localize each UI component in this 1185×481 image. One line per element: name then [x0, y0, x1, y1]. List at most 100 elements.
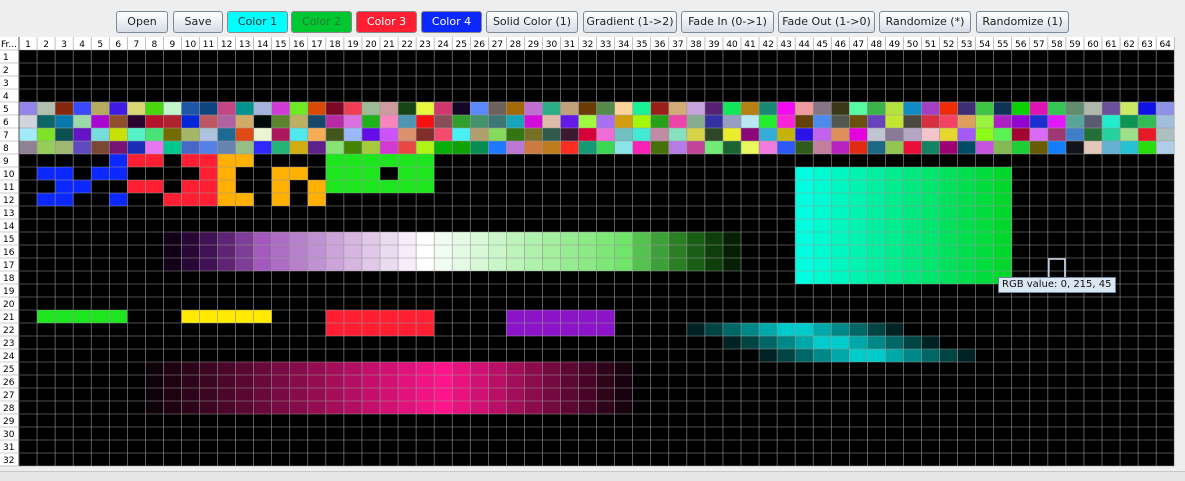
led-pixel: [199, 245, 218, 258]
led-pixel: [975, 102, 994, 115]
led-pixel: [578, 245, 597, 258]
led-pixel: [325, 310, 344, 323]
led-pixel: [957, 206, 976, 219]
randomize-one-button[interactable]: Randomize (1): [976, 11, 1069, 33]
led-pixel: [217, 141, 236, 154]
led-pixel: [506, 141, 525, 154]
led-pixel: [488, 401, 507, 414]
color-4-button[interactable]: Color 4: [421, 11, 482, 33]
led-pixel: [434, 115, 453, 128]
led-pixel: [325, 362, 344, 375]
led-pixel: [614, 245, 633, 258]
fade-in-button[interactable]: Fade In (0->1): [681, 11, 774, 33]
column-header: 28: [510, 40, 522, 50]
led-pixel: [560, 362, 579, 375]
led-pixel: [235, 245, 254, 258]
led-pixel: [1065, 102, 1084, 115]
led-pixel: [831, 167, 850, 180]
led-pixel: [416, 102, 435, 115]
led-pixel: [903, 141, 922, 154]
led-pixel: [885, 336, 904, 349]
row-header: 28: [3, 404, 15, 414]
led-pixel: [614, 232, 633, 245]
led-pixel: [632, 258, 651, 271]
column-header: 21: [383, 40, 394, 50]
led-pixel: [831, 219, 850, 232]
row-header: 23: [3, 339, 14, 349]
led-pixel: [343, 362, 362, 375]
open-button[interactable]: Open: [116, 11, 168, 33]
column-header: 13: [239, 40, 250, 50]
led-pixel: [542, 141, 561, 154]
column-header: 16: [293, 40, 305, 50]
randomize-all-button[interactable]: Randomize (*): [879, 11, 971, 33]
led-pixel: [560, 102, 579, 115]
led-pixel: [398, 401, 417, 414]
led-pixel: [993, 232, 1012, 245]
led-pixel: [777, 115, 796, 128]
solid-color-button[interactable]: Solid Color (1): [486, 11, 578, 33]
led-pixel: [253, 128, 272, 141]
row-header: 10: [3, 170, 15, 180]
led-pixel: [434, 375, 453, 388]
led-pixel: [578, 115, 597, 128]
color-3-button[interactable]: Color 3: [356, 11, 417, 33]
led-pixel: [343, 141, 362, 154]
led-pixel: [831, 336, 850, 349]
column-header: 57: [1033, 40, 1044, 50]
led-pixel: [849, 258, 868, 271]
led-pixel: [1011, 115, 1030, 128]
led-pixel: [578, 128, 597, 141]
led-pixel: [506, 245, 525, 258]
led-pixel: [596, 102, 615, 115]
led-pixel: [957, 167, 976, 180]
led-pixel: [1047, 141, 1066, 154]
led-pixel: [434, 232, 453, 245]
led-pixel: [217, 258, 236, 271]
led-pixel: [1029, 115, 1048, 128]
led-pixel: [434, 401, 453, 414]
led-grid[interactable]: Fr... 1 2 3 4 5 6 7 8 9 10 11 12 13 14 15 16 17 18 19 20 21 22…: [0, 37, 1185, 470]
led-pixel: [506, 401, 525, 414]
led-pixel: [398, 375, 417, 388]
led-pixel: [73, 180, 92, 193]
fade-out-button[interactable]: Fade Out (1->0): [778, 11, 875, 33]
led-pixel: [524, 232, 543, 245]
led-pixel: [163, 245, 182, 258]
led-pixel: [903, 349, 922, 362]
led-pixel: [470, 232, 489, 245]
gradient-button[interactable]: Gradient (1->2): [583, 11, 677, 33]
led-pixel: [343, 388, 362, 401]
led-pixel: [957, 115, 976, 128]
color-2-button[interactable]: Color 2: [291, 11, 352, 33]
led-pixel: [343, 375, 362, 388]
led-pixel: [127, 102, 146, 115]
led-pixel: [181, 232, 200, 245]
led-pixel: [885, 141, 904, 154]
led-pixel: [434, 245, 453, 258]
led-pixel: [380, 401, 399, 414]
led-pixel: [578, 310, 597, 323]
led-pixel: [361, 362, 380, 375]
led-pixel: [289, 362, 308, 375]
led-pixel: [596, 375, 615, 388]
led-pixel: [1011, 128, 1030, 141]
column-header: 45: [816, 40, 827, 50]
led-pixel: [145, 180, 164, 193]
led-pixel: [380, 258, 399, 271]
led-pixel: [939, 271, 958, 284]
led-pixel: [398, 115, 417, 128]
led-pixel: [903, 180, 922, 193]
led-pixel: [199, 232, 218, 245]
led-pixel: [813, 323, 832, 336]
save-button[interactable]: Save: [173, 11, 223, 33]
led-pixel: [849, 232, 868, 245]
led-pixel: [849, 271, 868, 284]
led-pixel: [939, 193, 958, 206]
color-1-button[interactable]: Color 1: [227, 11, 288, 33]
frame-grid[interactable]: Fr... 1 2 3 4 5 6 7 8 9 10 11 12 13 14 15 16 17 18 19 20 21 22…: [0, 37, 1185, 470]
row-header: 6: [3, 118, 9, 128]
led-pixel: [921, 193, 940, 206]
led-pixel: [759, 323, 778, 336]
column-header: 7: [133, 40, 139, 50]
